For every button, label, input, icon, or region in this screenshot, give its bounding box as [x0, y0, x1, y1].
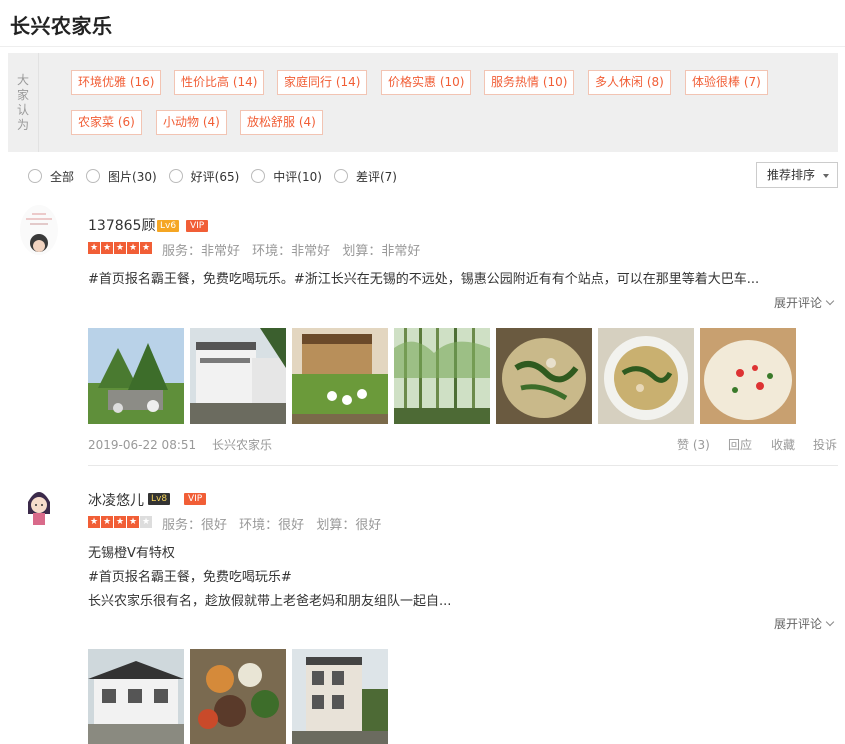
radio-icon[interactable] — [168, 169, 183, 183]
tag-item[interactable]: 服务热情 (10) — [484, 70, 575, 95]
star-icon: ★ — [140, 516, 152, 528]
radio-icon[interactable] — [86, 169, 101, 183]
review-text: #首页报名霸王餐，免费吃喝玩乐。#浙江长兴在无锡的不远处，锡惠公园附近有有个站点… — [88, 272, 760, 287]
rating-stars: ★ ★ ★ ★ ★ — [88, 242, 153, 254]
star-icon: ★ — [88, 516, 100, 528]
star-icon: ★ — [114, 516, 126, 528]
review-scores: 服务：非常好 环境：非常好 划算：非常好 — [162, 244, 421, 259]
review-username[interactable]: 冰凌悠儿 — [88, 490, 144, 510]
review-photo[interactable] — [292, 649, 388, 744]
star-icon: ★ — [101, 242, 113, 254]
review-text-line: #首页报名霸王餐，免费吃喝玩乐# — [88, 570, 292, 585]
tag-item[interactable]: 环境优雅 (16) — [71, 70, 162, 95]
filter-photos[interactable]: 图片(30) — [86, 168, 157, 185]
review-filter-bar: 全部 图片(30) 好评(65) 中评(10) 差评(7) — [28, 166, 409, 186]
sort-dropdown[interactable]: 推荐排序 — [756, 162, 838, 188]
review-photo[interactable] — [190, 328, 286, 424]
review-date: 2019-06-22 08:51 — [88, 438, 197, 452]
like-button[interactable]: 赞 (3) — [677, 436, 710, 453]
expand-review-link[interactable]: 展开评论 — [774, 294, 835, 311]
avatar[interactable] — [20, 205, 58, 255]
filter-all[interactable]: 全部 — [28, 168, 74, 185]
favorite-button[interactable]: 收藏 — [771, 436, 795, 453]
tag-panel-label: 大 家 认 为 — [8, 53, 39, 152]
level-badge: Lv8 — [148, 493, 171, 505]
expand-review-link[interactable]: 展开评论 — [774, 615, 835, 632]
page-title: 长兴农家乐 — [10, 14, 113, 38]
review-divider — [88, 465, 838, 466]
review-text-line: 无锡橙V有特权 — [88, 546, 175, 561]
tag-item[interactable]: 性价比高 (14) — [174, 70, 265, 95]
sort-dropdown-label: 推荐排序 — [767, 168, 816, 182]
title-divider — [0, 46, 845, 47]
review-username[interactable]: 137865顾 — [88, 215, 155, 235]
review-photo[interactable] — [598, 328, 694, 424]
review-scores: 服务：很好 环境：很好 划算：很好 — [162, 518, 382, 533]
tag-item[interactable]: 农家菜 (6) — [71, 110, 142, 135]
filter-negative[interactable]: 差评(7) — [333, 168, 397, 185]
star-icon: ★ — [88, 242, 100, 254]
tag-item[interactable]: 体验很棒 (7) — [685, 70, 768, 95]
review-photo[interactable] — [394, 328, 490, 424]
filter-neutral[interactable]: 中评(10) — [251, 168, 322, 185]
star-icon: ★ — [140, 242, 152, 254]
review-photo[interactable] — [88, 328, 184, 424]
tag-item[interactable]: 家庭同行 (14) — [277, 70, 368, 95]
star-icon: ★ — [127, 516, 139, 528]
chevron-down-icon — [825, 296, 835, 306]
tag-panel: 大 家 认 为 环境优雅 (16) 性价比高 (14) 家庭同行 (14) 价格… — [8, 53, 838, 152]
report-button[interactable]: 投诉 — [813, 436, 837, 453]
review-photo[interactable] — [88, 649, 184, 744]
review-text-line: 长兴农家乐很有名，趁放假就带上老爸老妈和朋友组队一起自... — [88, 594, 452, 609]
star-icon: ★ — [101, 516, 113, 528]
review-shop-link[interactable]: 长兴农家乐 — [212, 438, 272, 452]
review-photo[interactable] — [190, 649, 286, 744]
rating-stars: ★ ★ ★ ★ ★ — [88, 516, 153, 528]
star-icon: ★ — [127, 242, 139, 254]
tag-item[interactable]: 多人休闲 (8) — [588, 70, 671, 95]
vip-badge: VIP — [184, 493, 207, 505]
chevron-down-icon — [823, 174, 829, 178]
reply-button[interactable]: 回应 — [728, 436, 752, 453]
review-photo[interactable] — [496, 328, 592, 424]
radio-icon[interactable] — [28, 169, 42, 183]
review-photo[interactable] — [700, 328, 796, 424]
vip-badge: VIP — [186, 220, 209, 232]
review-photo[interactable] — [292, 328, 388, 424]
chevron-down-icon — [825, 617, 835, 627]
review-meta: 2019-06-22 08:51 长兴农家乐 — [88, 436, 284, 453]
avatar[interactable] — [20, 480, 58, 530]
radio-icon[interactable] — [333, 169, 348, 183]
radio-icon[interactable] — [251, 169, 266, 183]
tag-item[interactable]: 小动物 (4) — [156, 110, 227, 135]
tag-item[interactable]: 价格实惠 (10) — [381, 70, 472, 95]
star-icon: ★ — [114, 242, 126, 254]
level-badge: Lv6 — [157, 220, 180, 232]
tag-item[interactable]: 放松舒服 (4) — [240, 110, 323, 135]
filter-positive[interactable]: 好评(65) — [168, 168, 239, 185]
